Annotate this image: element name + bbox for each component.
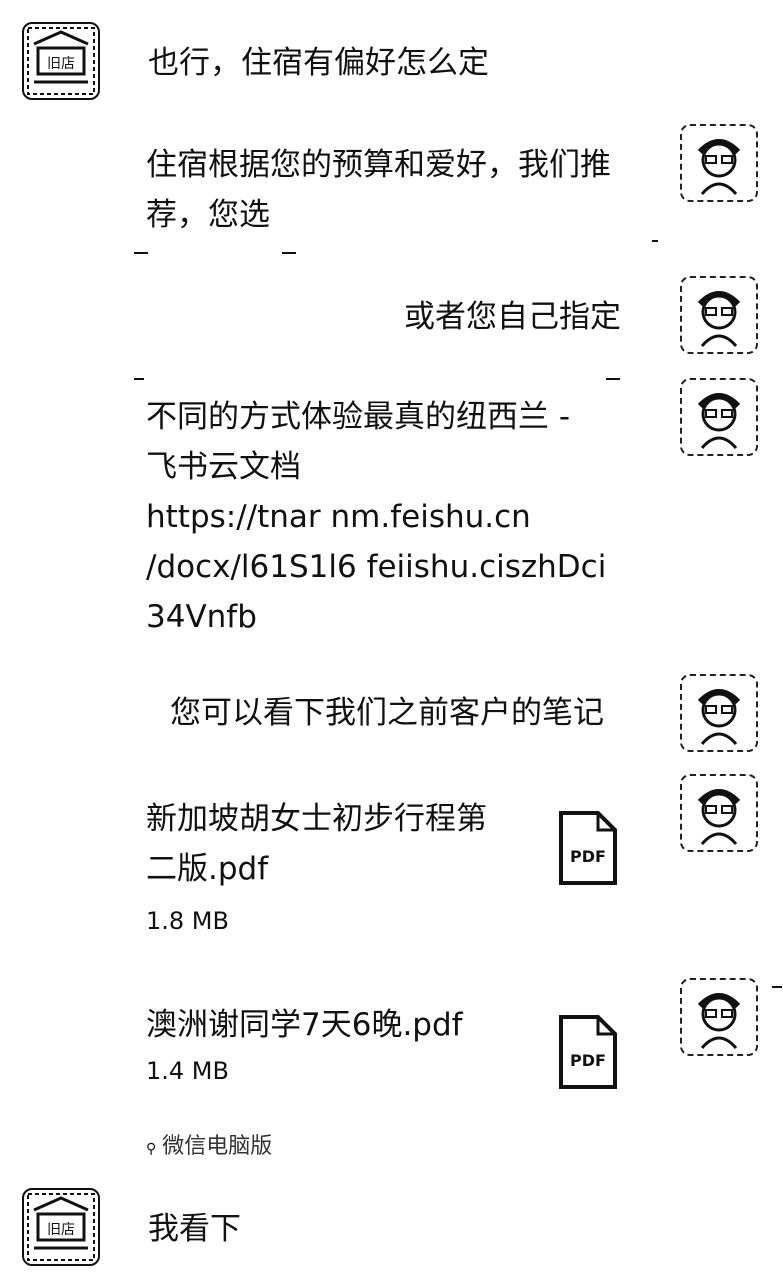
- file-size: 1.8 MB: [146, 907, 229, 935]
- message-link[interactable]: 不同的方式体验最真的纽西兰 - 飞书云文档 https://tnar nm.fe…: [146, 392, 606, 642]
- agent-avatar-icon: [697, 139, 741, 196]
- message-line: https://tnar nm.feishu.cn: [146, 499, 531, 535]
- svg-text:PDF: PDF: [570, 847, 606, 866]
- user-avatar-icon: 旧店: [27, 1193, 95, 1261]
- agent-avatar-icon: [697, 291, 741, 348]
- message-line: /docx/l61S1l6 feiishu.ciszhDci: [146, 549, 607, 585]
- file-name: 澳洲谢同学7天6晚.pdf: [146, 1007, 463, 1043]
- user-avatar[interactable]: 旧店: [22, 1188, 100, 1266]
- message-line: 不同的方式体验最真的纽西兰 -: [146, 399, 571, 435]
- pdf-icon: PDF: [558, 810, 618, 890]
- agent-avatar[interactable]: [680, 124, 758, 202]
- file-name: 新加坡胡女士初步行程第 二版.pdf: [146, 801, 487, 887]
- message-line: 住宿根据您的预算和爱好，我们推: [146, 147, 611, 183]
- user-avatar[interactable]: 旧店: [22, 22, 100, 100]
- source-label-text: 微信电脑版: [162, 1134, 273, 1159]
- agent-avatar-icon: [697, 789, 741, 846]
- svg-text:PDF: PDF: [570, 1051, 606, 1070]
- file-size: 1.4 MB: [146, 1057, 229, 1085]
- user-avatar-icon: 旧店: [27, 27, 95, 95]
- message-line: 荐，您选: [146, 197, 270, 233]
- message-text: 或者您自己指定: [404, 299, 621, 335]
- message-line: 34Vnfb: [146, 599, 257, 635]
- message-text: 我看下: [148, 1211, 241, 1247]
- file-card[interactable]: 澳洲谢同学7天6晚.pdf 1.4 MB PDF: [146, 1000, 626, 1100]
- message-text: 也行，住宿有偏好怎么定: [148, 45, 489, 81]
- source-label: ⚲ 微信电脑版: [146, 1128, 272, 1160]
- message-line: 飞书云文档: [146, 449, 301, 485]
- agent-avatar-icon: [697, 393, 741, 450]
- agent-avatar[interactable]: [680, 978, 758, 1056]
- pdf-icon: PDF: [558, 1014, 618, 1094]
- agent-avatar-icon: [697, 993, 741, 1050]
- file-card[interactable]: 新加坡胡女士初步行程第 二版.pdf 1.8 MB PDF: [146, 794, 626, 944]
- agent-avatar[interactable]: [680, 774, 758, 852]
- message-text: 住宿根据您的预算和爱好，我们推 荐，您选: [146, 140, 611, 240]
- agent-avatar[interactable]: [680, 378, 758, 456]
- svg-text:旧店: 旧店: [47, 56, 75, 72]
- wechat-icon: ⚲: [146, 1141, 157, 1157]
- agent-avatar-icon: [697, 689, 741, 746]
- agent-avatar[interactable]: [680, 276, 758, 354]
- svg-text:旧店: 旧店: [47, 1222, 75, 1238]
- message-text: 您可以看下我们之前客户的笔记: [170, 695, 604, 731]
- agent-avatar[interactable]: [680, 674, 758, 752]
